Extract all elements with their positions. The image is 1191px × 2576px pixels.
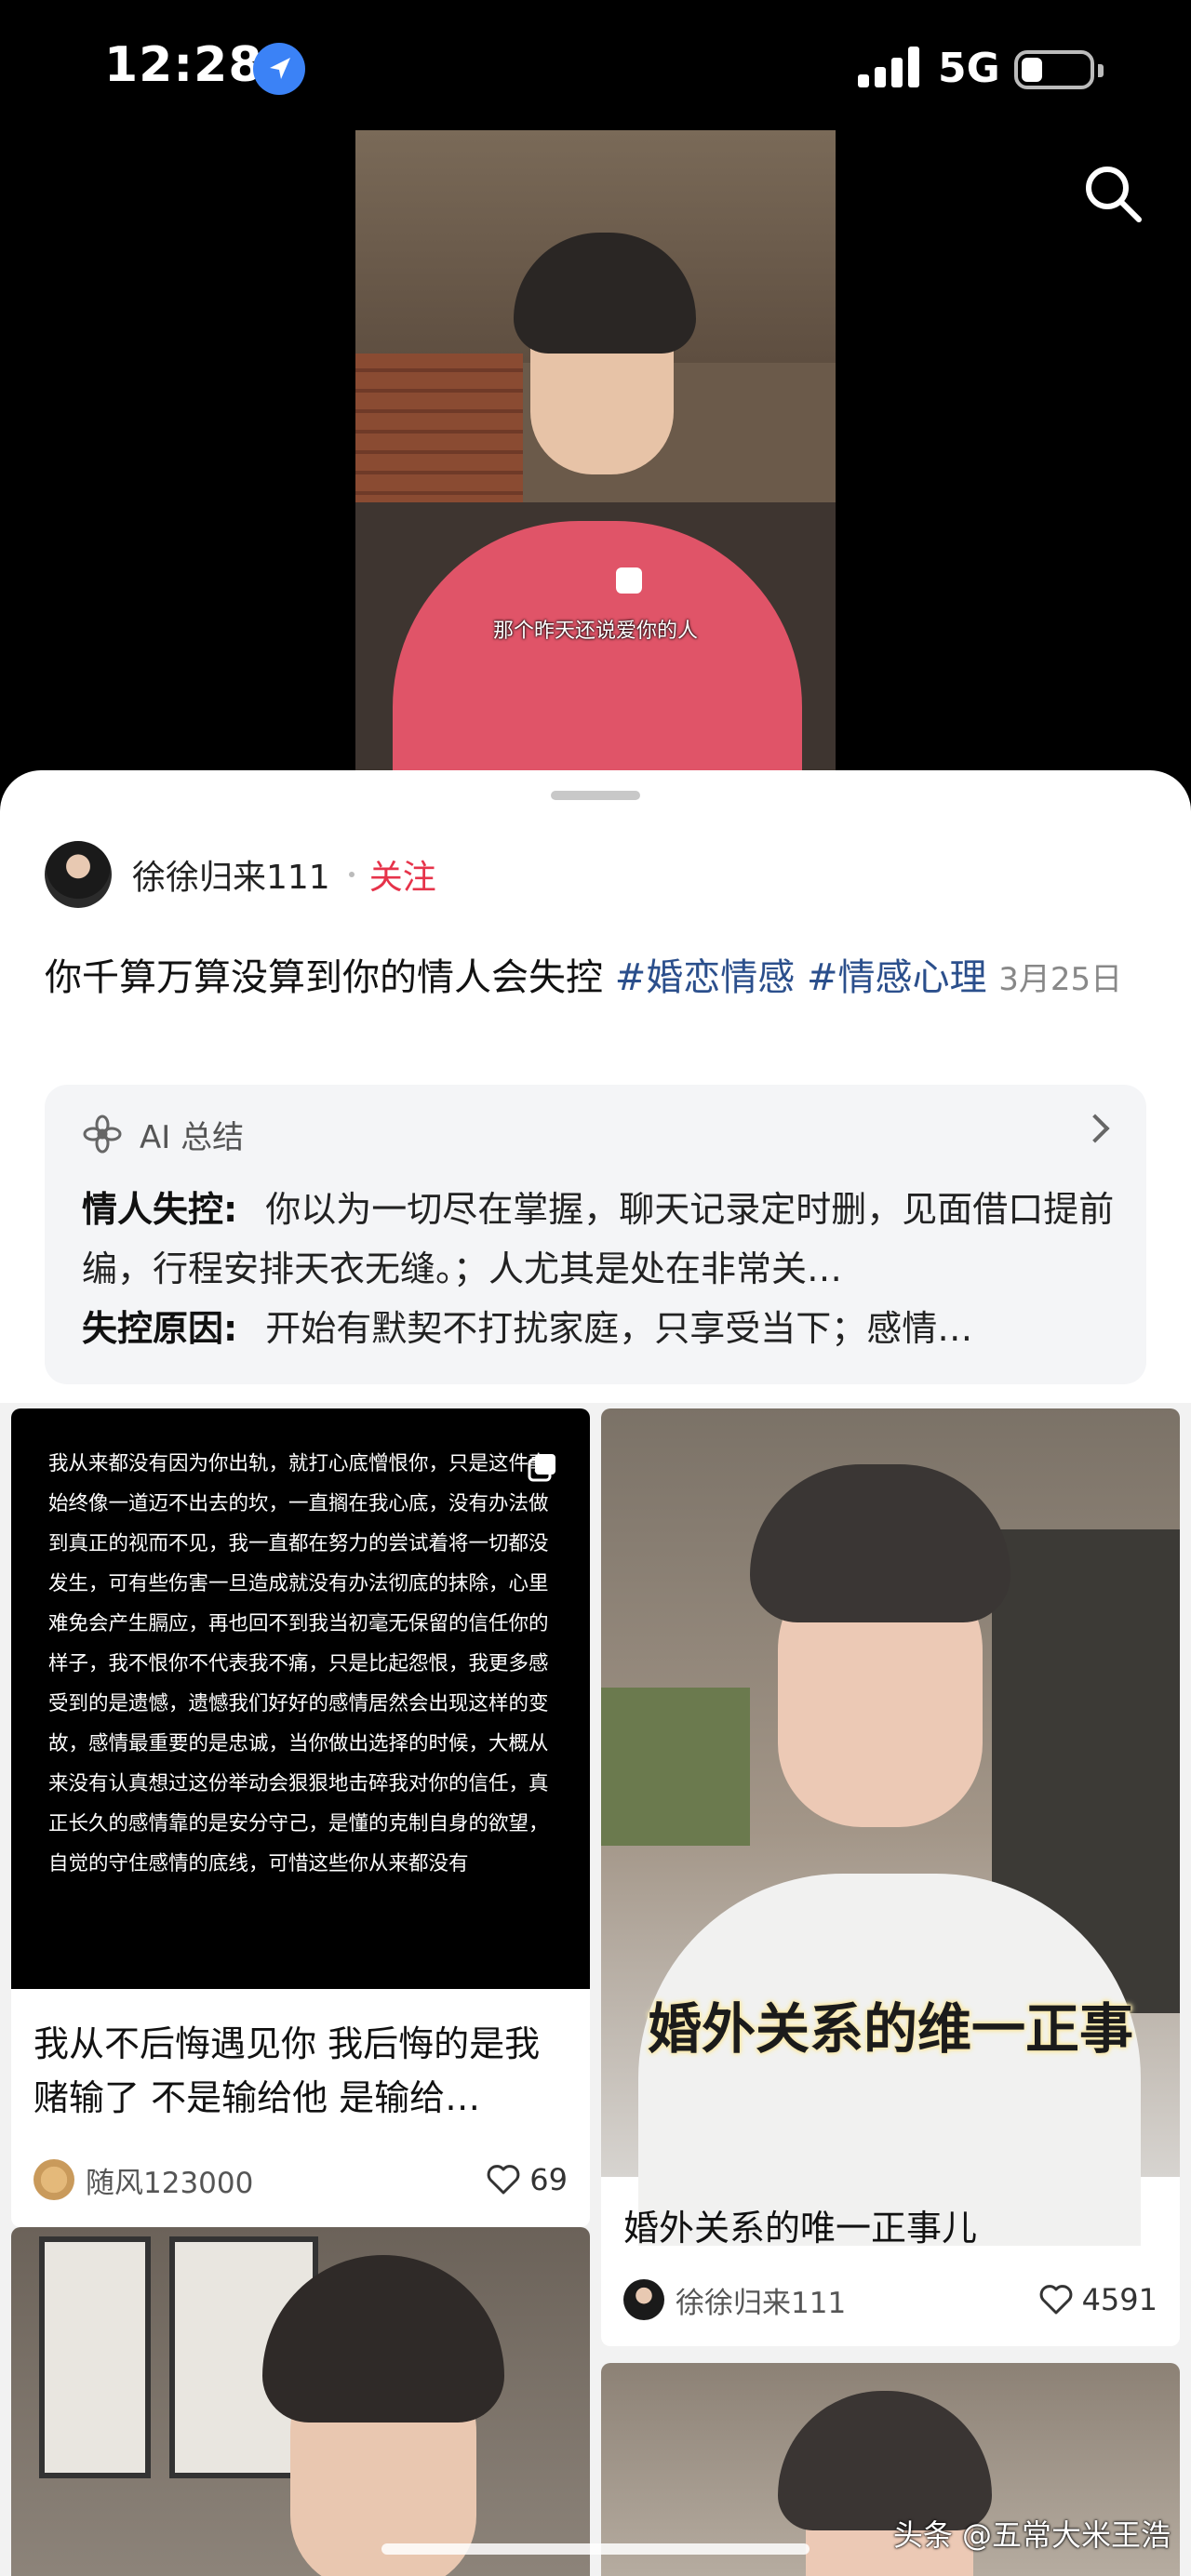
- ai-summary-text: 开始有默契不打扰家庭，只享受当下；感情…: [265, 1308, 973, 1349]
- ai-summary-header: AI 总结: [82, 1111, 244, 1157]
- author-row: 徐徐归来111 关注: [45, 839, 436, 910]
- card-author-name: 随风123000: [86, 2166, 254, 2200]
- heart-icon: [1037, 2281, 1075, 2318]
- video-brick-wall: [355, 354, 523, 512]
- ai-summary-item: 失控原因: 开始有默契不打扰家庭，只享受当下；感情…: [82, 1299, 1115, 1358]
- status-bar: 12:28 5G: [0, 0, 1191, 130]
- post-info-sheet: 徐徐归来111 关注 你千算万算没算到你的情人会失控 #婚恋情感 #情感心理 3…: [0, 770, 1191, 1403]
- ai-flower-icon: [82, 1114, 123, 1155]
- location-arrow-icon: [253, 43, 305, 95]
- microphone-clip: [616, 567, 642, 594]
- hashtag-link[interactable]: #婚恋情感: [615, 956, 796, 999]
- card-video-thumbnail[interactable]: [11, 2227, 590, 2576]
- card-title[interactable]: 我从不后悔遇见你 我后悔的是我赌输了 不是输给他 是输给…: [33, 2017, 571, 2125]
- video-frame[interactable]: 那个昨天还说爱你的人: [355, 130, 836, 819]
- thumbnail-banner-text: 婚外关系的维一正事: [647, 1997, 1133, 2061]
- ai-summary-card[interactable]: AI 总结 情人失控: 你以为一切尽在掌握，聊天记录定时删，见面借口提前编，行程安…: [45, 1085, 1146, 1384]
- ai-summary-label: AI 总结: [140, 1118, 245, 1156]
- ai-summary-body: 情人失控: 你以为一切尽在掌握，聊天记录定时删，见面借口提前编，行程安排天衣无缝。…: [82, 1180, 1115, 1358]
- feed-card[interactable]: 我从来都没有因为你出轨，就打心底憎恨你，只是这件事始终像一道迈不出去的坎，一直搁…: [11, 1408, 590, 2227]
- card-author-avatar: [33, 2159, 74, 2200]
- feed-card[interactable]: [11, 2227, 590, 2576]
- card-image[interactable]: 我从来都没有因为你出轨，就打心底憎恨你，只是这件事始终像一道迈不出去的坎，一直搁…: [11, 1408, 590, 1989]
- like-button[interactable]: 4591: [1037, 2276, 1158, 2323]
- status-time: 12:28: [104, 37, 263, 93]
- heart-icon: [485, 2161, 522, 2198]
- feed-card[interactable]: 婚外关系的维一正事 婚外关系的唯一正事儿 徐徐归来111 4591: [601, 1408, 1180, 2346]
- ai-summary-item: 情人失控: 你以为一切尽在掌握，聊天记录定时删，见面借口提前编，行程安排天衣无缝。…: [82, 1180, 1115, 1299]
- video-player[interactable]: 12:28 5G 那个昨天还说爱你的人: [0, 0, 1191, 819]
- like-count: 69: [529, 2162, 568, 2197]
- thumbnail-window-trees: [601, 1688, 750, 1846]
- card-author[interactable]: 徐徐归来111: [623, 2276, 846, 2323]
- source-watermark: 头条 @五常大米王浩: [892, 2517, 1171, 2553]
- home-indicator[interactable]: [381, 2543, 810, 2555]
- ai-summary-key: 情人失控:: [82, 1189, 238, 1230]
- card-author-avatar: [623, 2279, 664, 2320]
- post-title: 你千算万算没算到你的情人会失控 #婚恋情感 #情感心理 3月25日: [45, 947, 1161, 1010]
- thumbnail-wall-art: [39, 2236, 151, 2478]
- related-feed: 我从来都没有因为你出轨，就打心底憎恨你，只是这件事始终像一道迈不出去的坎，一直搁…: [0, 1403, 1191, 2576]
- multi-image-icon: [527, 1451, 558, 1483]
- ai-summary-key: 失控原因:: [82, 1308, 238, 1349]
- network-type: 5G: [938, 45, 1000, 92]
- thumbnail-person-hair: [778, 2391, 992, 2530]
- video-subtitle: 那个昨天还说爱你的人: [492, 620, 698, 643]
- card-author-name: 徐徐归来111: [676, 2286, 847, 2320]
- hashtag-link[interactable]: #情感心理: [807, 956, 987, 999]
- thumbnail-person-hair: [750, 1464, 1010, 1622]
- battery-icon: [1014, 50, 1104, 89]
- like-button[interactable]: 69: [485, 2156, 568, 2203]
- follow-button[interactable]: 关注: [369, 850, 436, 899]
- chevron-right-icon[interactable]: [1080, 1114, 1110, 1143]
- author-avatar[interactable]: [45, 841, 112, 908]
- drag-handle[interactable]: [551, 791, 640, 800]
- post-date: 3月25日: [998, 961, 1123, 998]
- post-title-text: 你千算万算没算到你的情人会失控: [45, 956, 603, 999]
- separator-dot: [348, 872, 355, 877]
- search-icon[interactable]: [1079, 160, 1146, 227]
- author-name[interactable]: 徐徐归来111: [132, 850, 330, 899]
- like-count: 4591: [1081, 2282, 1158, 2317]
- card-image-text: 我从来都没有因为你出轨，就打心底憎恨你，只是这件事始终像一道迈不出去的坎，一直搁…: [48, 1452, 549, 1875]
- card-author[interactable]: 随风123000: [33, 2156, 253, 2203]
- card-title[interactable]: 婚外关系的唯一正事儿: [623, 2201, 1161, 2255]
- card-video-thumbnail[interactable]: 婚外关系的维一正事: [601, 1408, 1180, 2246]
- signal-strength-icon: [858, 47, 921, 87]
